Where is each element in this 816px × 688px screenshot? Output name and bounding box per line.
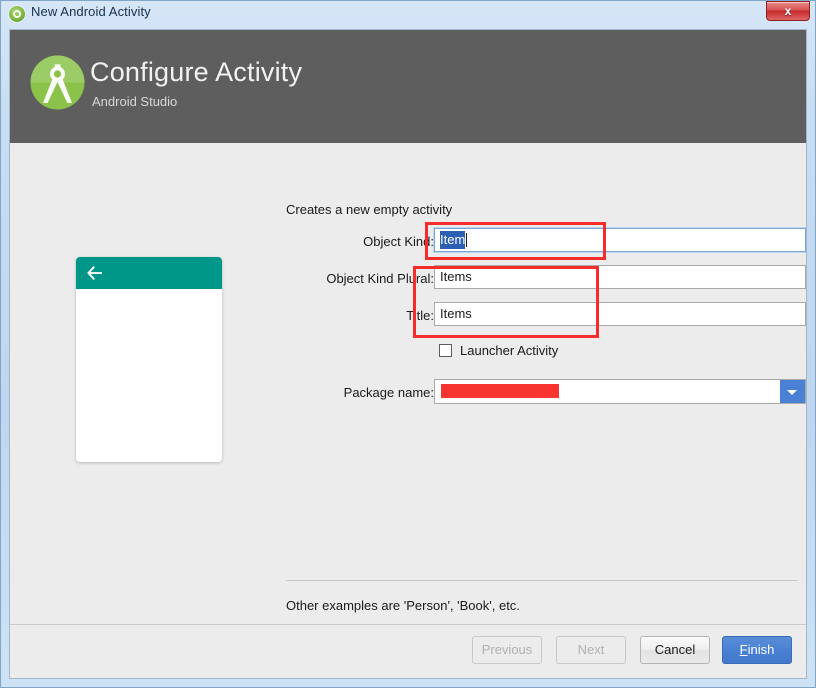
header-title: Configure Activity — [90, 57, 302, 88]
dialog-button-bar: Previous Next Cancel Finish — [10, 624, 807, 679]
android-studio-logo — [30, 55, 85, 110]
launcher-activity-checkbox[interactable] — [439, 344, 452, 357]
launcher-activity-label: Launcher Activity — [460, 343, 558, 358]
label-package-name: Package name: — [298, 385, 434, 400]
title-input[interactable]: Items — [434, 302, 806, 326]
object-kind-input[interactable]: Item — [434, 228, 806, 252]
dialog-header: Configure Activity Android Studio — [10, 30, 807, 143]
chevron-down-icon — [787, 390, 797, 395]
header-subtitle: Android Studio — [92, 94, 177, 109]
object-kind-value: Item — [440, 231, 465, 249]
package-name-redaction — [441, 384, 559, 398]
label-title: Title: — [298, 308, 434, 323]
next-button[interactable]: Next — [556, 636, 626, 664]
dialog-window: New Android Activity x Configure Activit… — [0, 0, 816, 688]
text-caret — [466, 233, 467, 247]
activity-preview — [76, 257, 222, 462]
arrow-left-icon — [87, 266, 102, 280]
dialog-body: Configure Activity Android Studio Create… — [9, 29, 807, 679]
hint-text: Other examples are 'Person', 'Book', etc… — [286, 598, 520, 613]
window-titlebar[interactable]: New Android Activity x — [0, 0, 816, 28]
package-name-combobox[interactable] — [434, 379, 806, 404]
finish-mnemonic: F — [740, 642, 748, 657]
object-kind-plural-input[interactable]: Items — [434, 265, 806, 289]
previous-button[interactable]: Previous — [472, 636, 542, 664]
dialog-content: Creates a new empty activity Object Kind… — [10, 143, 807, 624]
preview-appbar — [76, 257, 222, 289]
window-title: New Android Activity — [31, 4, 151, 19]
close-button[interactable]: x — [766, 1, 810, 21]
finish-label-rest: inish — [748, 642, 775, 657]
launcher-activity-row[interactable]: Launcher Activity — [439, 343, 558, 358]
label-object-kind-plural: Object Kind Plural: — [298, 271, 434, 286]
finish-button[interactable]: Finish — [722, 636, 792, 664]
form-description: Creates a new empty activity — [286, 202, 452, 217]
cancel-button[interactable]: Cancel — [640, 636, 710, 664]
android-studio-icon — [9, 6, 25, 22]
package-name-dropdown-button[interactable] — [780, 380, 805, 403]
hint-separator — [286, 580, 798, 581]
label-object-kind: Object Kind: — [298, 234, 434, 249]
